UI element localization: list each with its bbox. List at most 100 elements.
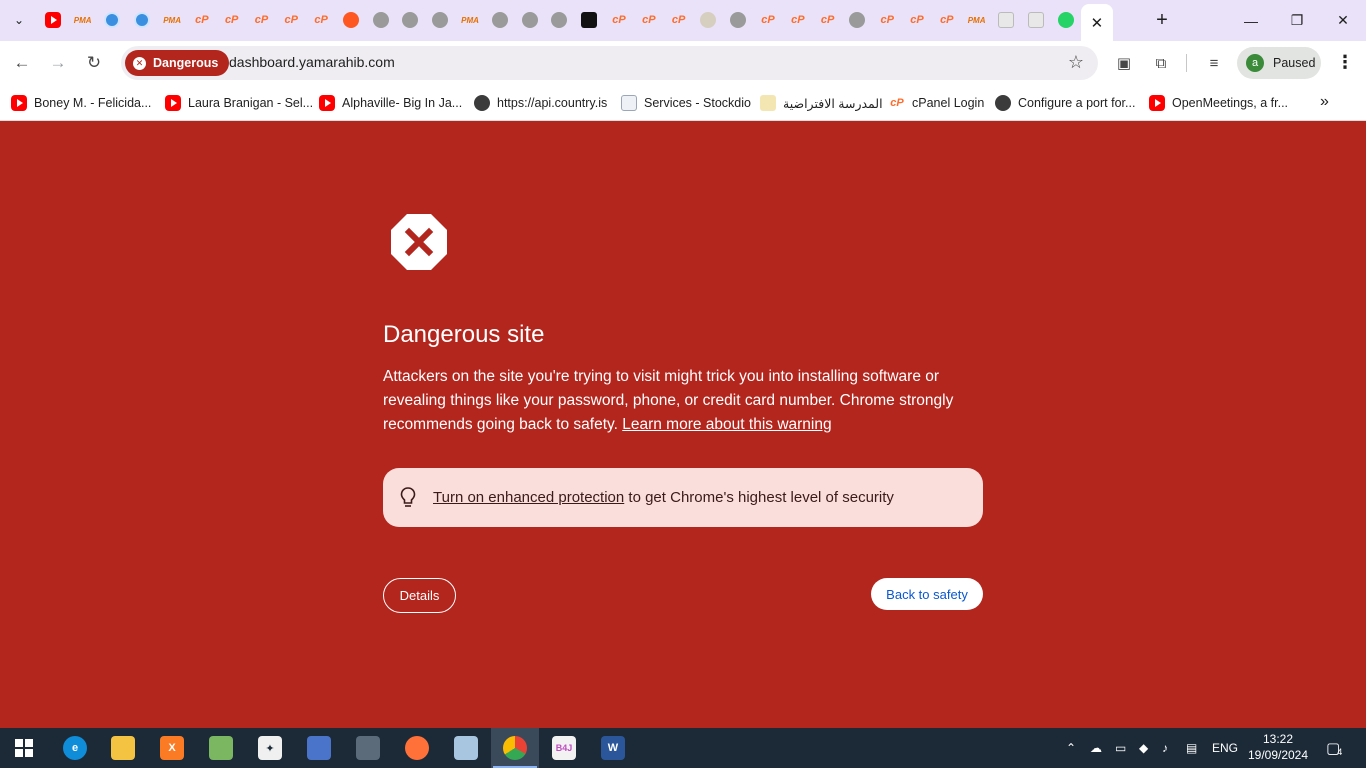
tab[interactable]: cP [634,4,664,36]
file-explorer-taskbar-button[interactable] [99,728,147,768]
enhanced-protection-link[interactable]: Turn on enhanced protection [433,489,624,506]
volume-icon[interactable]: ♪ [1162,728,1168,768]
tab[interactable] [574,4,604,36]
tab[interactable]: PMA [962,4,992,36]
security-app-taskbar-button[interactable] [344,728,392,768]
tab[interactable]: cP [276,4,306,36]
bookmark-label: cPanel Login [912,96,985,110]
tab[interactable]: cP [247,4,277,36]
extensions-icon[interactable]: ⧉ [1150,52,1172,74]
tab[interactable] [1021,4,1051,36]
back-to-safety-button[interactable]: Back to safety [871,578,983,610]
language-indicator[interactable]: ENG [1212,728,1238,768]
profile-button[interactable]: a Paused [1237,47,1321,79]
reload-button[interactable]: ↻ [79,48,109,78]
tab-search-button[interactable]: ⌄ [6,7,32,33]
bookmark-item[interactable]: https://api.country.is [474,92,607,114]
clock[interactable]: 13:22 19/09/2024 [1240,731,1316,763]
tab[interactable]: cP [604,4,634,36]
tab[interactable]: cP [932,4,962,36]
tab[interactable] [366,4,396,36]
bookmark-item[interactable]: Alphaville- Big In Ja... [319,92,462,114]
tab[interactable] [992,4,1022,36]
minimize-button[interactable]: — [1228,0,1274,41]
notifications-button[interactable]: ▢ 4 [1326,728,1342,768]
tab[interactable] [843,4,873,36]
b4j-taskbar-button[interactable]: B4J [540,728,588,768]
enhanced-protection-rest: to get Chrome's highest level of securit… [624,489,894,506]
tab[interactable] [38,4,68,36]
bookmark-item[interactable]: OpenMeetings, a fr... [1149,92,1288,114]
app-icon: ✦ [258,736,282,760]
app-taskbar-button[interactable]: ✦ [246,728,294,768]
defender-icon[interactable]: ◆ [1139,728,1148,768]
more-bookmarks-icon[interactable]: » [1320,93,1329,111]
tab[interactable] [694,4,724,36]
network-tray-icon[interactable]: ▤ [1186,728,1197,768]
chrome-taskbar-button[interactable] [491,728,539,768]
bookmark-label: المدرسة الافتراضية [783,96,883,111]
tab[interactable]: cP [306,4,336,36]
bookmark-item[interactable]: Laura Branigan - Sel... [165,92,313,114]
security-chip-label: Dangerous [153,56,219,70]
tab[interactable] [545,4,575,36]
tab[interactable]: cP [753,4,783,36]
battery-icon[interactable]: ▭ [1115,728,1126,768]
start-button[interactable] [0,728,48,768]
firefox-taskbar-button[interactable] [393,728,441,768]
media-control-icon[interactable]: ≡ [1203,52,1225,74]
cpanel-icon: cP [761,14,775,26]
url-text[interactable]: dashboard.yamarahib.com [229,54,395,70]
tab[interactable]: PMA [455,4,485,36]
tab[interactable]: cP [217,4,247,36]
tab[interactable] [127,4,157,36]
forward-button[interactable]: → [43,48,73,78]
xampp-taskbar-button[interactable]: X [148,728,196,768]
bookmark-item[interactable]: Configure a port for... [995,92,1135,114]
address-bar[interactable]: ✕ Dangerous dashboard.yamarahib.com ☆ [121,46,1098,80]
tab[interactable]: cP [783,4,813,36]
tab[interactable] [396,4,426,36]
tab[interactable]: cP [187,4,217,36]
tab[interactable]: cP [902,4,932,36]
tab[interactable] [723,4,753,36]
new-tab-button[interactable]: + [1150,8,1174,32]
bookmark-item[interactable]: Services - Stockdio [621,92,751,114]
menu-icon[interactable]: ⋮ [1336,52,1354,73]
tab[interactable]: cP [872,4,902,36]
security-chip[interactable]: ✕ Dangerous [125,50,230,76]
avatar: a [1246,54,1264,72]
notepad-taskbar-button[interactable] [197,728,245,768]
b4j-icon: B4J [552,736,576,760]
tab[interactable] [515,4,545,36]
bookmark-item[interactable]: cP cPanel Login [889,92,984,114]
back-button[interactable]: ← [7,48,37,78]
learn-more-link[interactable]: Learn more about this warning [622,416,831,433]
tab[interactable]: cP [664,4,694,36]
tab[interactable] [98,4,128,36]
show-hidden-icons[interactable]: ⌃ [1066,728,1076,768]
tab[interactable] [485,4,515,36]
close-window-button[interactable]: ✕ [1320,0,1366,41]
tab[interactable] [1051,4,1081,36]
edge-taskbar-button[interactable]: e [51,728,99,768]
network-app-taskbar-button[interactable] [295,728,343,768]
onedrive-icon[interactable]: ☁ [1090,728,1102,768]
tab[interactable]: PMA [157,4,187,36]
restore-button[interactable]: ❐ [1274,0,1320,41]
tab[interactable] [425,4,455,36]
bookmark-item[interactable]: Boney M. - Felicida... [11,92,151,114]
bookmark-star-icon[interactable]: ☆ [1068,52,1084,73]
camera-icon[interactable]: ▣ [1113,52,1135,74]
tab-active[interactable]: ✕ [1080,4,1113,41]
word-taskbar-button[interactable]: W [589,728,637,768]
close-tab-icon[interactable]: ✕ [1091,14,1104,32]
bookmark-item[interactable]: المدرسة الافتراضية [760,92,883,114]
tab[interactable]: cP [813,4,843,36]
cpanel-icon: cP [910,14,924,26]
globe-icon [849,12,866,28]
tab[interactable]: PMA [68,4,98,36]
app2-taskbar-button[interactable] [442,728,490,768]
tab[interactable] [336,4,366,36]
details-button[interactable]: Details [383,578,456,613]
